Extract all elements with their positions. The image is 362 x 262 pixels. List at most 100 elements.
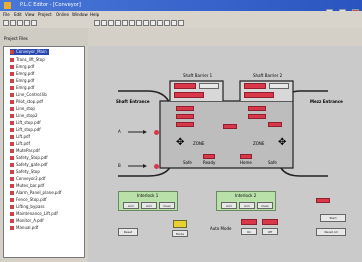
file-icon [10,184,14,188]
zone-indicator [203,154,215,159]
tree-item[interactable]: Line_Control.lib [10,92,47,98]
menu-project[interactable]: Project [38,12,52,17]
zone-indicator [176,114,194,119]
door2-status-b [269,83,289,89]
file-icon [10,170,14,174]
open-icon[interactable] [10,20,16,26]
auto-mode-indicator [241,219,257,225]
status-right: Safe [268,160,277,165]
interlock-2-arm-a[interactable]: Arm [221,202,237,209]
stop-icon[interactable] [101,20,107,26]
reset-button[interactable]: Reset [118,228,138,236]
copy-icon[interactable] [31,20,37,26]
help-icon[interactable] [171,20,177,26]
tree-item[interactable]: Alarm_Panel_plane.pdf [10,190,61,196]
start-button[interactable]: Start [320,214,346,222]
tree-item[interactable]: Conveyor_Main [10,49,49,55]
tree-item[interactable]: MutePar.pdf [10,148,40,154]
zone-indicator [248,106,266,111]
tree-item[interactable]: Trans_lift_Stop [10,57,45,63]
file-icon [10,121,14,125]
tree-item[interactable]: Line_stop2 [10,113,38,119]
tree-item[interactable]: Manual.pdf [10,225,38,231]
interlock-2-title: Interlock 2 [235,193,257,198]
zone-label: ZONE [193,141,205,146]
tree-item[interactable]: Conveyor2.pdf [10,176,45,182]
save-icon[interactable] [17,20,23,26]
status-mid2: Home [240,160,252,165]
menu-view[interactable]: View [25,12,35,17]
tree-item[interactable]: Lift.pdf [10,141,30,147]
warning-indicator [173,220,187,228]
app-icon [4,2,11,9]
file-icon [10,177,14,181]
interlock-2-arm-b[interactable]: Arm [239,202,255,209]
tree-item[interactable]: Lifting_bypass [10,204,45,210]
interlock-1-arm-c[interactable]: Clear [159,202,175,209]
tree-item[interactable]: Lift.pdf [10,134,30,140]
auto-mode-indicator-2 [262,219,278,225]
zoom-in-icon[interactable] [115,20,121,26]
tree-item[interactable]: Emrg.pdf [10,78,34,84]
off-button[interactable]: Off [262,228,278,235]
right-entrance-label: Mezz Entrance [310,99,343,104]
sensor-a-indicator [154,130,159,135]
interlock-1-arm-a[interactable]: Arm [123,202,139,209]
tree-item[interactable]: Emrg.pdf [10,85,34,91]
left-entrance-label: Shaft Entrance [116,99,150,104]
interlock-2-arm-c[interactable]: Clear [257,202,273,209]
zoom-out-icon[interactable] [122,20,128,26]
new-icon[interactable] [3,20,9,26]
door2-status-a [244,83,266,89]
tree-item[interactable]: Lift_stop.pdf [10,127,41,133]
title-bar: P.L.C Editor - [Conveyor] [0,0,362,16]
file-icon [10,114,14,118]
menu-online[interactable]: Online [56,12,69,17]
tree-item[interactable]: Mutes_bar.pdf [10,183,44,189]
menu-help[interactable]: Help [90,12,99,17]
tree-item[interactable]: Safety_gate.pdf [10,162,48,168]
file-icon [10,191,14,195]
tree-item[interactable]: Safety_Stop [10,169,40,175]
tree-item[interactable]: Maintenance_Lift.pdf [10,211,58,217]
grid-icon[interactable] [129,20,135,26]
tree-item[interactable]: Emrg.pdf [10,71,34,77]
interlock-1-arm-b[interactable]: Arm [141,202,157,209]
menu-file[interactable]: File [3,12,10,17]
monitor-icon[interactable] [136,20,142,26]
project-tree[interactable]: Conveyor_Main Trans_lift_Stop Emrg.pdf E… [3,46,85,258]
on-button[interactable]: On [241,228,257,235]
compile-icon[interactable] [150,20,156,26]
zone-indicator [223,124,237,129]
tree-item[interactable]: Line_stop [10,106,35,112]
gate-b-label: B [118,163,121,168]
crosshair-icon: ✥ [176,137,185,148]
run-icon[interactable] [94,20,100,26]
tree-item[interactable]: Emrg.pdf [10,64,34,70]
file-icon [10,142,14,146]
tree-item[interactable]: Safety_Stop.pdf [10,155,48,161]
menu-window[interactable]: Window [72,12,88,17]
mode-button[interactable]: Mode [172,230,188,237]
file-icon [10,156,14,160]
gate-a-label: A [118,129,121,134]
zone-indicator [268,122,282,127]
settings-icon[interactable] [178,20,184,26]
project-tree-title: Project Files [4,36,28,41]
file-icon [10,86,14,90]
upload-icon[interactable] [164,20,170,26]
download-icon[interactable] [157,20,163,26]
menu-edit[interactable]: Edit [14,12,22,17]
file-icon [10,219,14,223]
window-title: P.L.C Editor - [Conveyor] [20,2,81,8]
file-icon [10,58,14,62]
force-icon[interactable] [143,20,149,26]
reset-all-button[interactable]: Reset All [316,228,346,236]
tree-item[interactable]: Monitor_A.pdf [10,218,44,224]
tree-item[interactable]: Lift_stop.pdf [10,120,41,126]
tree-item[interactable]: Fence_Stop.pdf [10,197,47,203]
cut-icon[interactable] [24,20,30,26]
tree-item[interactable]: Pilot_stop.pdf [10,99,43,105]
step-icon[interactable] [108,20,114,26]
file-icon [10,135,14,139]
